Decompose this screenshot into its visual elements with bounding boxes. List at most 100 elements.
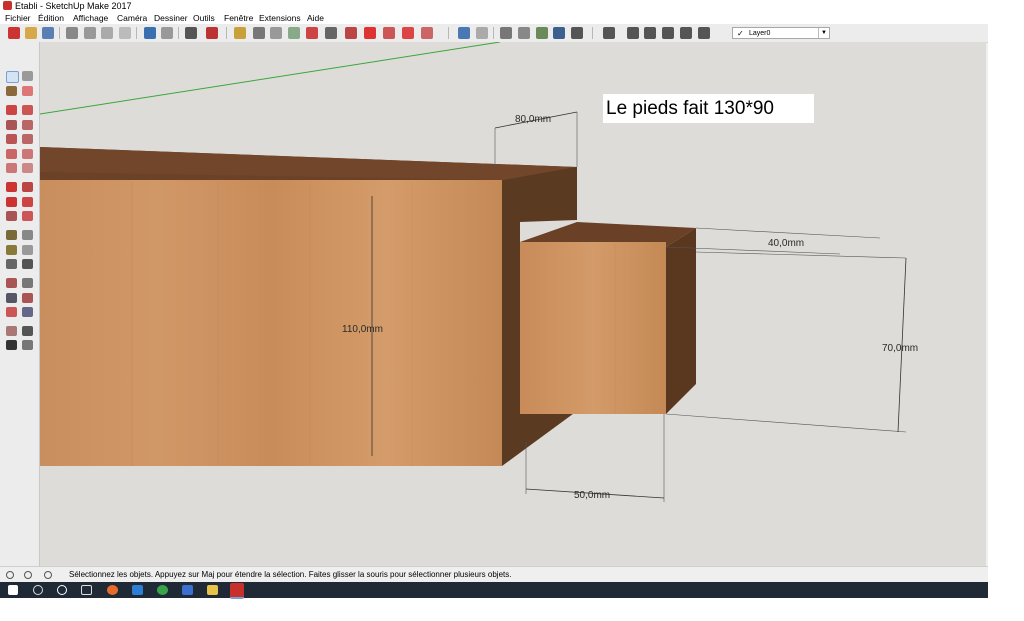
- menu-extensions[interactable]: Extensions: [259, 12, 301, 24]
- rotate-tool-icon[interactable]: [6, 197, 17, 207]
- dimension-extension-line: [665, 413, 907, 433]
- text-icon[interactable]: [22, 245, 33, 255]
- iso-view-icon[interactable]: [603, 27, 615, 39]
- sketchup-window: Etabli - SketchUp Make 2017 Fichier Édit…: [0, 0, 988, 599]
- rotated-rectangle-icon[interactable]: [22, 120, 33, 130]
- follow-me-tool-icon[interactable]: [22, 197, 33, 207]
- follow-me-icon[interactable]: [383, 27, 395, 39]
- offset-tool-icon[interactable]: [22, 211, 33, 221]
- polygon-icon[interactable]: [22, 134, 33, 144]
- right-view-icon[interactable]: [662, 27, 674, 39]
- menu-edition[interactable]: Édition: [38, 12, 64, 24]
- paint-tool-icon[interactable]: [6, 86, 17, 96]
- layer-selector[interactable]: ✓ Layer0 ▼: [732, 27, 830, 39]
- search-icon[interactable]: [33, 585, 43, 595]
- tape-measure-icon[interactable]: [288, 27, 300, 39]
- left-view-icon[interactable]: [698, 27, 710, 39]
- three-point-arc-icon[interactable]: [6, 163, 17, 173]
- rectangle-tool-icon[interactable]: [6, 120, 17, 130]
- undo-icon[interactable]: [144, 27, 156, 39]
- look-around-icon[interactable]: [22, 326, 33, 336]
- axes-icon[interactable]: [6, 259, 17, 269]
- erase-icon[interactable]: [119, 27, 131, 39]
- zoom-extents-icon[interactable]: [6, 307, 17, 317]
- menu-fenetre[interactable]: Fenêtre: [224, 12, 253, 24]
- cortana-icon[interactable]: [57, 585, 67, 595]
- copy-icon[interactable]: [84, 27, 96, 39]
- pan-tool-icon[interactable]: [22, 278, 33, 288]
- menu-dessiner[interactable]: Dessiner: [154, 12, 188, 24]
- left-toolbar: [0, 42, 40, 566]
- print-icon[interactable]: [185, 27, 197, 39]
- shaded-icon[interactable]: [536, 27, 548, 39]
- push-pull-icon[interactable]: [325, 27, 337, 39]
- make-component-icon[interactable]: [234, 27, 246, 39]
- paste-icon[interactable]: [101, 27, 113, 39]
- protractor-icon[interactable]: [6, 245, 17, 255]
- scale-tool-icon[interactable]: [6, 211, 17, 221]
- chrome-icon[interactable]: [157, 585, 168, 595]
- walk-icon[interactable]: [6, 340, 17, 350]
- freehand-icon[interactable]: [22, 105, 33, 115]
- file-explorer-icon[interactable]: [207, 585, 218, 595]
- scale-icon[interactable]: [402, 27, 414, 39]
- zoom-window-icon[interactable]: [22, 293, 33, 303]
- line-tool-icon[interactable]: [6, 105, 17, 115]
- make-component-tool-icon[interactable]: [22, 71, 33, 81]
- 3d-text-icon[interactable]: [22, 259, 33, 269]
- line-icon[interactable]: [253, 27, 265, 39]
- monochrome-icon[interactable]: [571, 27, 583, 39]
- offset-icon[interactable]: [421, 27, 433, 39]
- menu-camera[interactable]: Caméra: [117, 12, 147, 24]
- cut-icon[interactable]: [66, 27, 78, 39]
- position-camera-icon[interactable]: [6, 326, 17, 336]
- model-info-icon[interactable]: [206, 27, 218, 39]
- move-icon[interactable]: [345, 27, 357, 39]
- previous-view-icon[interactable]: [22, 307, 33, 317]
- shaded-textures-icon[interactable]: [553, 27, 565, 39]
- rotate-icon[interactable]: [364, 27, 376, 39]
- wireframe-icon[interactable]: [518, 27, 530, 39]
- firefox-icon[interactable]: [107, 585, 118, 595]
- orbit-tool-icon[interactable]: [6, 278, 17, 288]
- rectangle-icon[interactable]: [270, 27, 282, 39]
- back-view-icon[interactable]: [680, 27, 692, 39]
- sketchup-icon[interactable]: [230, 583, 244, 599]
- menu-affichage[interactable]: Affichage: [73, 12, 108, 24]
- store-icon[interactable]: [182, 585, 193, 595]
- status-message: Sélectionnez les objets. Appuyez sur Maj…: [69, 570, 512, 579]
- edge-icon[interactable]: [132, 585, 143, 595]
- getting-started-icon[interactable]: [8, 27, 20, 39]
- top-view-icon[interactable]: [627, 27, 639, 39]
- xray-icon[interactable]: [500, 27, 512, 39]
- front-view-icon[interactable]: [644, 27, 656, 39]
- credits-icon[interactable]: [24, 571, 32, 579]
- circle-icon[interactable]: [6, 134, 17, 144]
- paint-bucket-icon[interactable]: [306, 27, 318, 39]
- tape-measure-tool-icon[interactable]: [6, 230, 17, 240]
- orbit-icon[interactable]: [458, 27, 470, 39]
- geolocation-icon[interactable]: [6, 571, 14, 579]
- section-plane-icon[interactable]: [22, 340, 33, 350]
- save-icon[interactable]: [42, 27, 54, 39]
- menu-aide[interactable]: Aide: [307, 12, 324, 24]
- push-pull-tool-icon[interactable]: [22, 182, 33, 192]
- open-icon[interactable]: [25, 27, 37, 39]
- two-point-arc-icon[interactable]: [22, 149, 33, 159]
- pan-icon[interactable]: [476, 27, 488, 39]
- 3d-viewport[interactable]: 80,0mm 40,0mm 110,0mm 70,0mm 50,0mm: [40, 42, 986, 566]
- arc-icon[interactable]: [6, 149, 17, 159]
- menu-fichier[interactable]: Fichier: [5, 12, 31, 24]
- windows-start-icon[interactable]: [8, 585, 18, 595]
- redo-icon[interactable]: [161, 27, 173, 39]
- user-account-icon[interactable]: [44, 571, 52, 579]
- chevron-down-icon[interactable]: ▼: [818, 28, 829, 38]
- menu-outils[interactable]: Outils: [193, 12, 215, 24]
- eraser-icon[interactable]: [22, 86, 33, 96]
- select-arrow-icon[interactable]: [6, 71, 19, 83]
- pie-icon[interactable]: [22, 163, 33, 173]
- zoom-icon[interactable]: [6, 293, 17, 303]
- move-tool-icon[interactable]: [6, 182, 17, 192]
- dimension-icon[interactable]: [22, 230, 33, 240]
- task-view-icon[interactable]: [81, 585, 92, 595]
